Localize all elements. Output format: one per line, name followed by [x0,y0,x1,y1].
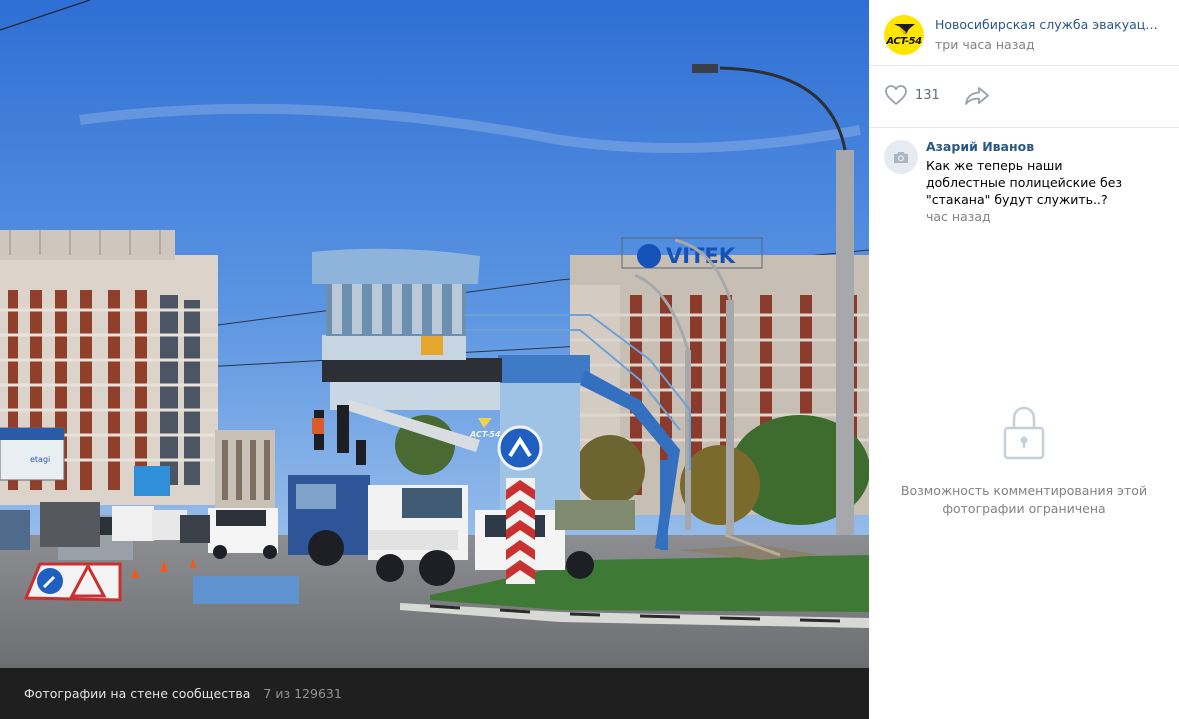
commenter-name-link[interactable]: Азарий Иванов [926,139,1034,154]
post-time-link[interactable]: три часа назад [935,37,1035,52]
comment-time-link[interactable]: час назад [926,209,991,224]
heart-icon [885,85,907,106]
photo-watermark: ACT-54 [469,430,501,439]
lock-icon [1001,402,1047,464]
community-avatar[interactable]: ACT-54 [884,15,924,55]
rooftop-sign-text: VITEK [666,244,736,268]
commenter-avatar[interactable] [884,140,918,174]
community-name-link[interactable]: Новосибирская служба эвакуации… [935,17,1163,32]
avatar-logo-text: ACT-54 [886,36,922,47]
photo[interactable]: etagi VITEK ACT-54 [0,0,869,668]
photo-position-counter: 7 из 129631 [263,686,342,701]
album-title-link[interactable]: Фотографии на стене сообщества [24,686,250,701]
comment-text: Как же теперь наши доблестные полицейски… [926,158,1123,207]
like-count: 131 [915,87,940,103]
camera-icon [894,151,908,163]
comments-restricted-notice: Возможность комментирования этой фотогра… [869,402,1179,518]
restriction-text: Возможность комментирования этой фотогра… [900,483,1148,516]
photo-footer: Фотографии на стене сообщества 7 из 1296… [0,668,869,719]
billboard-text: etagi [30,455,50,464]
photo-sidebar: ACT-54 Новосибирская служба эвакуации… т… [869,0,1179,719]
like-button[interactable]: 131 [884,84,940,106]
post-actions: 131 [869,66,1179,128]
photo-area: etagi VITEK ACT-54 Фотографии на стене с… [0,0,869,719]
post-author: ACT-54 Новосибирская служба эвакуации… т… [869,0,1179,66]
comment-item: Азарий Иванов Как же теперь наши доблест… [869,128,1179,228]
photo-viewer: etagi VITEK ACT-54 Фотографии на стене с… [0,0,1179,719]
bird-logo-icon [894,24,915,35]
share-button[interactable] [964,86,990,110]
share-arrow-icon [965,87,989,105]
